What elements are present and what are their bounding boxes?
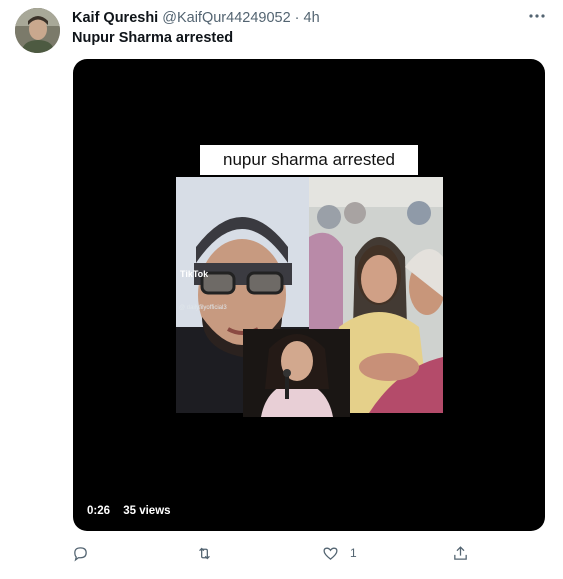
retweet-icon	[199, 547, 210, 559]
tweet[interactable]: Kaif Qureshi @KaifQur44249052 · 4h Nupur…	[0, 0, 563, 579]
share-icon	[454, 545, 467, 560]
video-inset-frame	[243, 329, 350, 417]
separator-dot: ·	[294, 10, 300, 26]
tweet-header: Kaif Qureshi @KaifQur44249052 · 4h	[72, 10, 320, 27]
tweet-actions: 1	[0, 543, 563, 565]
heart-icon	[323, 547, 338, 560]
reply-icon	[74, 546, 87, 561]
video-duration: 0:26	[87, 505, 111, 517]
tiktok-watermark: TikTok	[180, 269, 209, 279]
more-options-icon[interactable]	[526, 9, 548, 23]
tweet-text: Nupur Sharma arrested	[72, 30, 234, 46]
avatar[interactable]	[15, 8, 60, 53]
video-player[interactable]: nupur sharma arrested TikTok @ dailyfily…	[73, 59, 545, 531]
tiktok-username: @ dailyfilyofficial3	[179, 305, 227, 311]
retweet-button[interactable]	[196, 543, 213, 563]
author-name[interactable]: Kaif Qureshi	[72, 10, 158, 26]
like-button[interactable]: 1	[322, 543, 357, 563]
like-count: 1	[350, 546, 357, 560]
share-button[interactable]	[452, 543, 469, 563]
tweet-time[interactable]: 4h	[304, 10, 320, 26]
avatar-image	[15, 8, 60, 53]
reply-button[interactable]	[72, 543, 89, 563]
video-views: 35 views	[123, 505, 171, 517]
author-handle[interactable]: @KaifQur44249052	[162, 10, 290, 26]
video-stats: 0:26 35 views	[87, 505, 181, 517]
video-caption: nupur sharma arrested	[200, 145, 418, 175]
